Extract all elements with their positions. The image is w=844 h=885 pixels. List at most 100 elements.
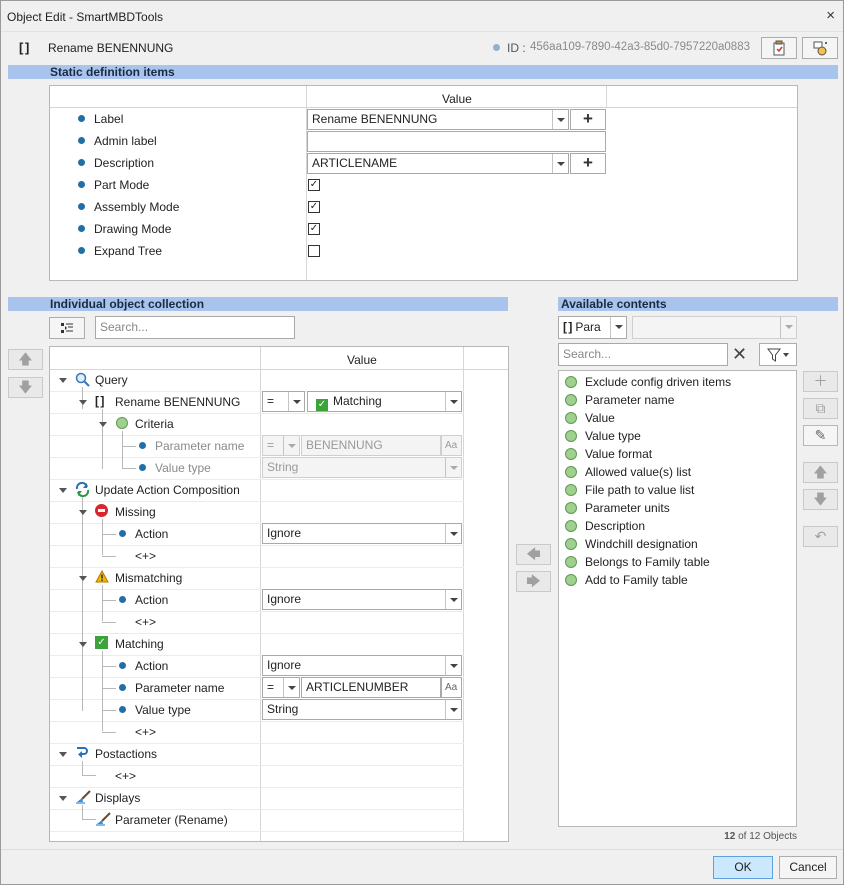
content-subtype-select[interactable] bbox=[632, 316, 797, 339]
tree-param-name[interactable]: Parameter name bbox=[155, 439, 244, 453]
tree-view-toggle-button[interactable] bbox=[49, 317, 85, 339]
collection-search-input[interactable]: Search... bbox=[95, 316, 295, 339]
expand-chevron-icon[interactable] bbox=[59, 378, 67, 383]
assembly-mode-label: Assembly Mode bbox=[94, 200, 180, 214]
missing-add-item[interactable]: <+> bbox=[135, 549, 156, 563]
copy-item-button[interactable]: ⧉ bbox=[803, 398, 838, 419]
tree-criteria[interactable]: Criteria bbox=[135, 417, 174, 431]
chevron-down-icon[interactable] bbox=[445, 700, 461, 719]
chevron-down-icon[interactable] bbox=[283, 436, 299, 455]
matching-action-select[interactable]: Ignore bbox=[262, 655, 462, 676]
matching-param-value-input[interactable]: ARTICLENUMBER bbox=[301, 677, 441, 698]
param-operator-select[interactable]: = bbox=[262, 435, 300, 456]
move-up-button[interactable]: 🡅 bbox=[8, 349, 43, 370]
missing-action-select[interactable]: Ignore bbox=[262, 523, 462, 544]
tree-toggle-icon bbox=[61, 323, 73, 333]
tree-update[interactable]: Update Action Composition bbox=[95, 483, 240, 497]
chevron-down-icon[interactable] bbox=[610, 317, 626, 338]
description-field[interactable]: ARTICLENAME bbox=[307, 153, 569, 174]
content-type-select[interactable]: [ ] Para bbox=[558, 316, 627, 339]
tree-param-rename[interactable]: Parameter (Rename) bbox=[115, 813, 228, 827]
collection-header: Individual object collection bbox=[8, 297, 508, 311]
expand-chevron-icon[interactable] bbox=[79, 400, 87, 405]
expand-chevron-icon[interactable] bbox=[59, 752, 67, 757]
bracket-icon: [ ] bbox=[19, 40, 29, 55]
clear-search-icon[interactable]: ✕ bbox=[732, 344, 747, 365]
value-type-select[interactable]: String bbox=[262, 457, 462, 478]
mismatching-action-select[interactable]: Ignore bbox=[262, 589, 462, 610]
chevron-down-icon[interactable] bbox=[780, 317, 796, 338]
available-contents-header: Available contents bbox=[558, 297, 838, 311]
tree-value-type[interactable]: Value type bbox=[155, 461, 211, 475]
close-icon[interactable]: × bbox=[826, 7, 835, 24]
add-item-button[interactable]: ＋ bbox=[803, 371, 838, 392]
clipboard-button[interactable] bbox=[761, 37, 797, 59]
undo-button[interactable]: ↶ bbox=[803, 526, 838, 547]
expand-chevron-icon[interactable] bbox=[79, 510, 87, 515]
chevron-down-icon[interactable] bbox=[445, 590, 461, 609]
chevron-down-icon[interactable] bbox=[552, 154, 568, 173]
assembly-mode-checkbox[interactable]: ✓ bbox=[308, 201, 320, 213]
tree-postactions[interactable]: Postactions bbox=[95, 747, 157, 761]
matching-add-item[interactable]: <+> bbox=[135, 725, 156, 739]
expand-chevron-icon[interactable] bbox=[79, 576, 87, 581]
new-object-button[interactable] bbox=[802, 37, 838, 59]
chevron-down-icon[interactable] bbox=[445, 656, 461, 675]
expand-chevron-icon[interactable] bbox=[79, 642, 87, 647]
edit-item-button[interactable]: ✎ bbox=[803, 425, 838, 446]
chevron-down-icon[interactable] bbox=[288, 392, 304, 411]
mismatching-add-item[interactable]: <+> bbox=[135, 615, 156, 629]
tree-matching[interactable]: Matching bbox=[115, 637, 164, 651]
add-label-button[interactable]: + bbox=[570, 109, 606, 130]
ok-button[interactable]: OK bbox=[713, 856, 773, 879]
id-label: ID : bbox=[507, 41, 526, 55]
chevron-down-icon[interactable] bbox=[445, 392, 461, 411]
rename-operator-select[interactable]: = bbox=[262, 391, 305, 412]
tree-query[interactable]: Query bbox=[95, 373, 128, 387]
chevron-down-icon[interactable] bbox=[445, 458, 461, 477]
window-title: Object Edit - SmartMBDTools bbox=[7, 10, 164, 24]
tree-matching-action[interactable]: Action bbox=[135, 659, 168, 673]
list-move-down-button[interactable]: 🡇 bbox=[803, 489, 838, 510]
part-mode-checkbox[interactable]: ✓ bbox=[308, 179, 320, 191]
expand-tree-checkbox[interactable] bbox=[308, 245, 320, 257]
transfer-right-button[interactable]: 🡆 bbox=[516, 571, 551, 592]
matching-value-type-select[interactable]: String bbox=[262, 699, 462, 720]
available-contents-list: Exclude config driven items Parameter na… bbox=[558, 370, 797, 827]
tree-matching-param-name[interactable]: Parameter name bbox=[135, 681, 224, 695]
tree-missing[interactable]: Missing bbox=[115, 505, 156, 519]
cancel-button[interactable]: Cancel bbox=[779, 856, 837, 879]
transfer-left-button[interactable]: 🡄 bbox=[516, 544, 551, 565]
add-description-button[interactable]: + bbox=[570, 153, 606, 174]
case-sensitive-toggle[interactable]: Aa bbox=[441, 677, 462, 698]
tree-displays[interactable]: Displays bbox=[95, 791, 140, 805]
label-field[interactable]: Rename BENENNUNG bbox=[307, 109, 569, 130]
tree-mismatching[interactable]: Mismatching bbox=[115, 571, 182, 585]
expand-chevron-icon[interactable] bbox=[59, 488, 67, 493]
rename-value-select[interactable]: ✓ Matching bbox=[307, 391, 462, 412]
chevron-down-icon[interactable] bbox=[445, 524, 461, 543]
list-move-up-button[interactable]: 🡅 bbox=[803, 462, 838, 483]
drawing-mode-checkbox[interactable]: ✓ bbox=[308, 223, 320, 235]
expand-chevron-icon[interactable] bbox=[99, 422, 107, 427]
chevron-down-icon[interactable] bbox=[552, 110, 568, 129]
matching-param-operator-select[interactable]: = bbox=[262, 677, 300, 698]
tree-missing-action[interactable]: Action bbox=[135, 527, 168, 541]
tree-rename[interactable]: Rename BENENNUNG bbox=[115, 395, 240, 409]
part-mode-label: Part Mode bbox=[94, 178, 150, 192]
value-type-dot-icon bbox=[139, 464, 146, 471]
expand-chevron-icon[interactable] bbox=[59, 796, 67, 801]
admin-label-field[interactable] bbox=[307, 131, 606, 152]
chevron-down-icon[interactable] bbox=[283, 678, 299, 697]
brush-icon bbox=[96, 812, 111, 826]
case-sensitive-toggle[interactable]: Aa bbox=[441, 435, 462, 456]
tree-mismatching-action[interactable]: Action bbox=[135, 593, 168, 607]
tree-matching-value-type[interactable]: Value type bbox=[135, 703, 191, 717]
postactions-add-item[interactable]: <+> bbox=[115, 769, 136, 783]
filter-button[interactable] bbox=[759, 343, 797, 366]
param-value-input[interactable]: BENENNUNG bbox=[301, 435, 441, 456]
expand-tree-dot-icon bbox=[78, 247, 85, 254]
move-down-button[interactable]: 🡇 bbox=[8, 377, 43, 398]
action-dot-icon bbox=[119, 530, 126, 537]
available-search-input[interactable]: Search... bbox=[558, 343, 728, 366]
